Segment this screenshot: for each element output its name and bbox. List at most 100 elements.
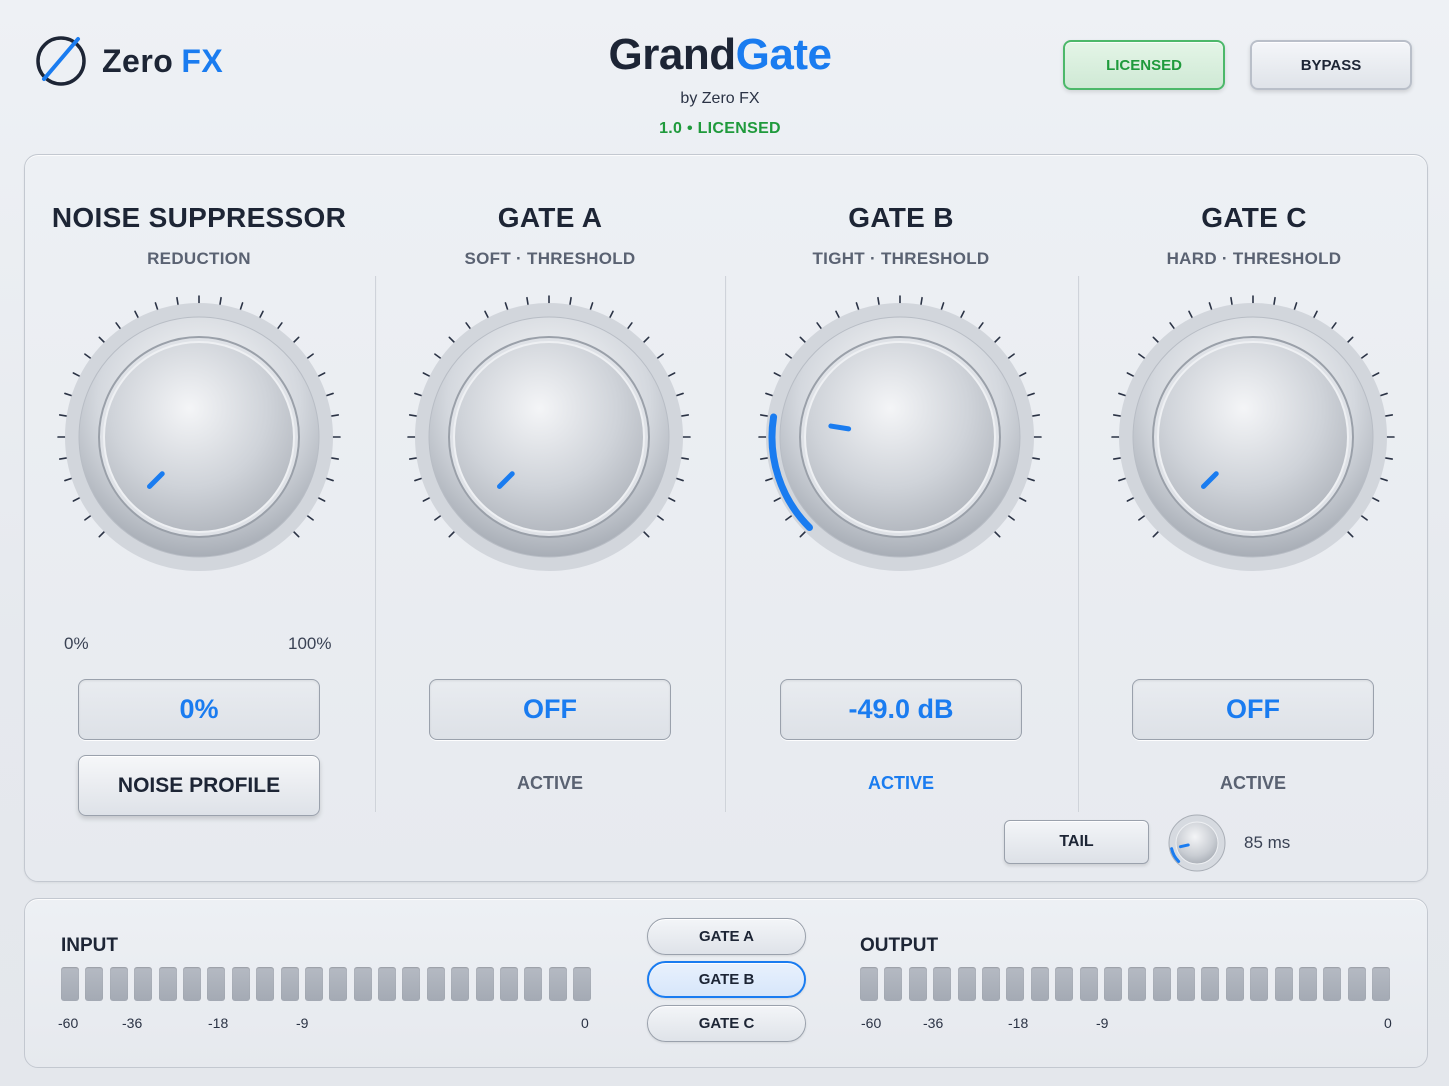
tail-button[interactable]: TAIL (1004, 820, 1149, 864)
knob-tick (656, 353, 664, 360)
knob-tick (1230, 296, 1233, 306)
knob-tick (448, 530, 456, 538)
knob-tick (306, 514, 314, 521)
noise-suppressor-title: NOISE SUPPRESSOR (51, 202, 347, 233)
knob-tick (1371, 497, 1380, 502)
meter-segment (1323, 967, 1342, 1001)
meter-segment (182, 967, 201, 1001)
knob-tick (1371, 372, 1380, 377)
knob-tick (1379, 477, 1388, 482)
gate-b-subtitle: TIGHT · THRESHOLD (812, 249, 990, 268)
meter-segment (860, 967, 878, 1001)
knob-tick (785, 514, 793, 521)
knob-tick (816, 322, 823, 330)
knob-tick (667, 497, 676, 502)
gate-c-title: GATE C (1201, 202, 1307, 233)
knob-tick (1018, 497, 1027, 502)
meter-segment (1201, 967, 1220, 1001)
knob-tick (306, 353, 314, 360)
gate-c-select-button[interactable]: GATE C (647, 1005, 806, 1042)
knob-tick (408, 414, 418, 417)
knob-tick (765, 477, 774, 482)
knob-tick (504, 302, 509, 311)
knob-tick (1138, 353, 1146, 360)
meter-segment (402, 967, 421, 1001)
knob-tick (1018, 372, 1027, 377)
knob-tick (422, 372, 431, 377)
knob-tick (219, 296, 222, 306)
knob-tick (484, 310, 489, 319)
knob-tick (317, 497, 326, 502)
knob-tick (292, 336, 300, 344)
gate-a-title: GATE A (497, 202, 603, 233)
meter-segment (573, 967, 592, 1001)
gate-a-active-toggle[interactable]: ACTIVE (429, 773, 671, 794)
knob-tick (1273, 296, 1276, 306)
knob-tick (1112, 457, 1122, 460)
knob-tick (1026, 392, 1035, 397)
reduction-value[interactable]: 0% (78, 679, 320, 740)
knob-tick (422, 497, 431, 502)
knob-tick (1118, 392, 1127, 397)
knob-tick (993, 530, 1001, 538)
noise-profile-button[interactable]: NOISE PROFILE (78, 755, 320, 816)
gate-b-select-button[interactable]: GATE B (647, 961, 806, 998)
knob-tick (675, 392, 684, 397)
tail-knob-cap (1175, 821, 1219, 865)
knob-tick (1208, 302, 1213, 311)
tail-value: 85 ms (1244, 833, 1291, 852)
knob-tick (526, 296, 529, 306)
gate-c-active-toggle[interactable]: ACTIVE (1132, 773, 1374, 794)
licensed-button[interactable]: LICENSED (1063, 40, 1225, 90)
knob-tick (1188, 310, 1193, 319)
output-scale-label: -36 (923, 1015, 944, 1031)
gate-c-threshold-knob[interactable] (1108, 292, 1398, 582)
input-scale-label: -9 (296, 1015, 309, 1031)
meter-segment (1225, 967, 1244, 1001)
gate-c-value[interactable]: OFF (1132, 679, 1374, 740)
knob-tick (317, 372, 326, 377)
knob-tick (1138, 514, 1146, 521)
brand: Zero FX (34, 34, 223, 88)
knob-tick (940, 302, 945, 311)
knob-tick (1026, 477, 1035, 482)
gate-b-value[interactable]: -49.0 dB (780, 679, 1022, 740)
gate-a-select-button[interactable]: GATE A (647, 918, 806, 955)
knob-tick (569, 296, 572, 306)
plugin-title-block: GrandGate by Zero FX 1.0 • LICENSED (500, 30, 940, 138)
meter-segment (884, 967, 903, 1001)
section-divider (725, 276, 727, 812)
meter-segment (1347, 967, 1366, 1001)
knob-tick (1126, 372, 1135, 377)
bypass-button[interactable]: BYPASS (1250, 40, 1412, 90)
input-scale-label: -36 (122, 1015, 143, 1031)
knob-tick (239, 302, 244, 311)
knob-tick (448, 336, 456, 344)
slashed-circle-icon (36, 36, 86, 86)
gate-b-threshold-knob[interactable] (755, 292, 1045, 582)
meter-segment (280, 967, 299, 1001)
knob-tick (1360, 514, 1368, 521)
input-scale-label: 0 (581, 1015, 589, 1031)
knob-tick (920, 296, 923, 306)
brand-name: Zero FX (102, 42, 224, 79)
gate-a-threshold-knob[interactable] (404, 292, 694, 582)
range-max-label: 100% (288, 634, 332, 653)
knob-tick (292, 530, 300, 538)
knob-tick (325, 477, 334, 482)
knob-tick (773, 497, 782, 502)
meter-segment (1030, 967, 1049, 1001)
knob-tick (134, 310, 139, 319)
knob-tick (115, 322, 122, 330)
output-meter-title: OUTPUT (860, 935, 939, 956)
knob-tick (759, 414, 769, 417)
knob-tick (72, 497, 81, 502)
tail-knob[interactable] (1166, 812, 1228, 874)
knob-tick (58, 414, 68, 417)
reduction-knob[interactable] (54, 292, 344, 582)
gate-b-active-toggle[interactable]: ACTIVE (780, 773, 1022, 794)
gate-a-value[interactable]: OFF (429, 679, 671, 740)
meter-segment (304, 967, 323, 1001)
meter-segment (1079, 967, 1098, 1001)
knob-tick (759, 457, 769, 460)
